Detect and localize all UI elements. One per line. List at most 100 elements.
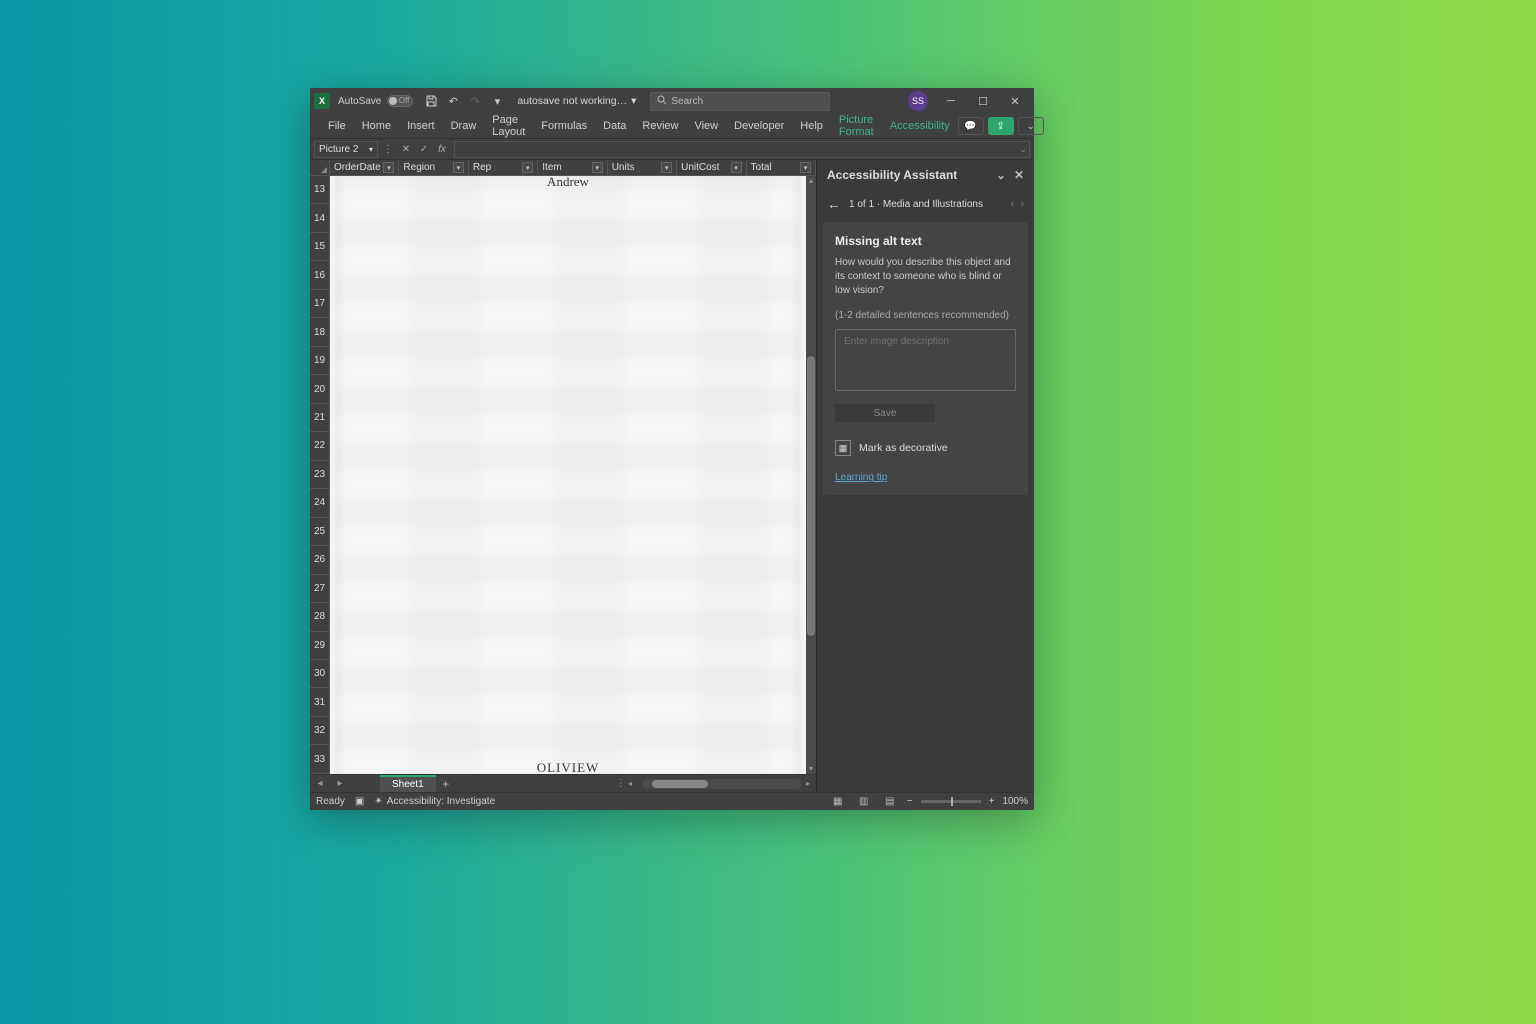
view-page-break-icon[interactable]: ▤	[881, 795, 899, 809]
row-header[interactable]: 20	[310, 375, 330, 403]
row-header[interactable]: 31	[310, 688, 330, 716]
zoom-slider[interactable]	[921, 800, 981, 803]
share-button[interactable]: ⇪	[988, 117, 1014, 135]
filter-icon[interactable]: ▾	[592, 162, 603, 173]
row-header[interactable]: 15	[310, 233, 330, 261]
row-header[interactable]: 16	[310, 261, 330, 289]
mark-decorative-row[interactable]: ▦ Mark as decorative	[835, 440, 1016, 456]
row-header[interactable]: 26	[310, 546, 330, 574]
row-header[interactable]: 22	[310, 432, 330, 460]
tab-accessibility[interactable]: Accessibility	[882, 114, 958, 138]
hscroll-left-icon[interactable]: ◂	[628, 779, 638, 788]
col-total[interactable]: Total▾	[747, 160, 816, 175]
sheet-tab-options-icon[interactable]: ⋮	[616, 778, 628, 789]
close-button[interactable]: ✕	[1000, 88, 1030, 114]
scroll-up-icon[interactable]: ▴	[806, 176, 816, 186]
vertical-scrollbar[interactable]: ▴ ▾	[806, 176, 816, 774]
search-input[interactable]: Search	[650, 92, 830, 111]
row-header[interactable]: 27	[310, 575, 330, 603]
cells-area[interactable]: Andrew OLIVIEW	[330, 176, 806, 774]
redo-icon[interactable]: ↷	[465, 91, 485, 111]
name-box[interactable]: Picture 2▾	[314, 141, 378, 158]
col-orderdate[interactable]: OrderDate▾	[330, 160, 399, 175]
save-button[interactable]: Save	[835, 404, 935, 422]
tab-view[interactable]: View	[686, 114, 726, 138]
row-header[interactable]: 28	[310, 603, 330, 631]
sheet-tab-sheet1[interactable]: Sheet1	[380, 775, 436, 793]
scroll-down-icon[interactable]: ▾	[806, 764, 816, 774]
filter-icon[interactable]: ▾	[800, 162, 811, 173]
row-header[interactable]: 18	[310, 318, 330, 346]
back-icon[interactable]: ←	[827, 196, 841, 212]
undo-icon[interactable]: ↶	[443, 91, 463, 111]
col-unitcost[interactable]: UnitCost▾	[677, 160, 746, 175]
inserted-picture[interactable]	[336, 176, 800, 774]
macro-record-icon[interactable]: ▣	[355, 796, 364, 807]
col-rep[interactable]: Rep▾	[469, 160, 538, 175]
comments-button[interactable]: 💬	[958, 117, 984, 135]
maximize-button[interactable]: ☐	[968, 88, 998, 114]
tab-draw[interactable]: Draw	[443, 114, 485, 138]
tab-formulas[interactable]: Formulas	[533, 114, 595, 138]
qat-dropdown-icon[interactable]: ▾	[487, 91, 507, 111]
row-header[interactable]: 33	[310, 745, 330, 773]
row-header[interactable]: 19	[310, 347, 330, 375]
next-issue-icon[interactable]: ›	[1020, 198, 1024, 210]
view-page-layout-icon[interactable]: ▥	[855, 795, 873, 809]
autosave-toggle[interactable]: Off	[387, 95, 413, 107]
formula-expand-icon[interactable]: ⌄	[1019, 144, 1027, 155]
filter-icon[interactable]: ▾	[383, 162, 394, 173]
row-header[interactable]: 13	[310, 176, 330, 204]
tab-picture-format[interactable]: Picture Format	[831, 114, 882, 138]
scrollbar-thumb[interactable]	[807, 356, 815, 636]
panel-close-icon[interactable]: ✕	[1014, 168, 1024, 182]
row-header[interactable]: 30	[310, 660, 330, 688]
row-header[interactable]: 32	[310, 717, 330, 745]
row-header[interactable]: 21	[310, 404, 330, 432]
zoom-out-icon[interactable]: −	[907, 796, 913, 807]
minimize-button[interactable]: ─	[936, 88, 966, 114]
row-header[interactable]: 23	[310, 461, 330, 489]
zoom-in-icon[interactable]: +	[989, 796, 995, 807]
formula-input[interactable]: ⌄	[454, 141, 1030, 158]
filter-icon[interactable]: ▾	[522, 162, 533, 173]
select-all-corner[interactable]	[310, 160, 330, 175]
alt-text-input[interactable]	[835, 329, 1016, 391]
add-sheet-button[interactable]: +	[436, 775, 456, 793]
ribbon-collapse-button[interactable]: ⌄	[1018, 117, 1044, 135]
zoom-level[interactable]: 100%	[1002, 796, 1028, 807]
row-header[interactable]: 29	[310, 632, 330, 660]
tab-home[interactable]: Home	[354, 114, 399, 138]
col-region[interactable]: Region▾	[399, 160, 468, 175]
sheet-next-icon[interactable]: ▸	[330, 775, 350, 793]
cancel-icon[interactable]: ✕	[398, 141, 414, 157]
hscroll-right-icon[interactable]: ▸	[806, 779, 816, 788]
row-header[interactable]: 14	[310, 204, 330, 232]
row-header[interactable]: 17	[310, 290, 330, 318]
enter-icon[interactable]: ✓	[416, 141, 432, 157]
row-header[interactable]: 25	[310, 518, 330, 546]
status-accessibility[interactable]: ✴ Accessibility: Investigate	[374, 796, 495, 807]
tab-insert[interactable]: Insert	[399, 114, 443, 138]
more-options-icon[interactable]: ⋮	[380, 141, 396, 157]
document-title[interactable]: autosave not working…▾	[517, 95, 636, 107]
view-normal-icon[interactable]: ▦	[829, 795, 847, 809]
tab-help[interactable]: Help	[792, 114, 831, 138]
col-units[interactable]: Units▾	[608, 160, 677, 175]
tab-file[interactable]: File	[320, 114, 354, 138]
save-icon[interactable]	[421, 91, 441, 111]
col-item[interactable]: Item▾	[538, 160, 607, 175]
learning-tip-link[interactable]: Learning tip	[835, 472, 1016, 483]
row-header[interactable]: 24	[310, 489, 330, 517]
fx-icon[interactable]: fx	[434, 141, 450, 157]
tab-developer[interactable]: Developer	[726, 114, 792, 138]
tab-page-layout[interactable]: Page Layout	[484, 114, 533, 138]
tab-data[interactable]: Data	[595, 114, 634, 138]
filter-icon[interactable]: ▾	[731, 162, 742, 173]
filter-icon[interactable]: ▾	[453, 162, 464, 173]
prev-issue-icon[interactable]: ‹	[1011, 198, 1015, 210]
user-avatar[interactable]: SS	[908, 91, 928, 111]
filter-icon[interactable]: ▾	[661, 162, 672, 173]
sheet-prev-icon[interactable]: ◂	[310, 775, 330, 793]
panel-collapse-icon[interactable]: ⌄	[996, 168, 1006, 182]
